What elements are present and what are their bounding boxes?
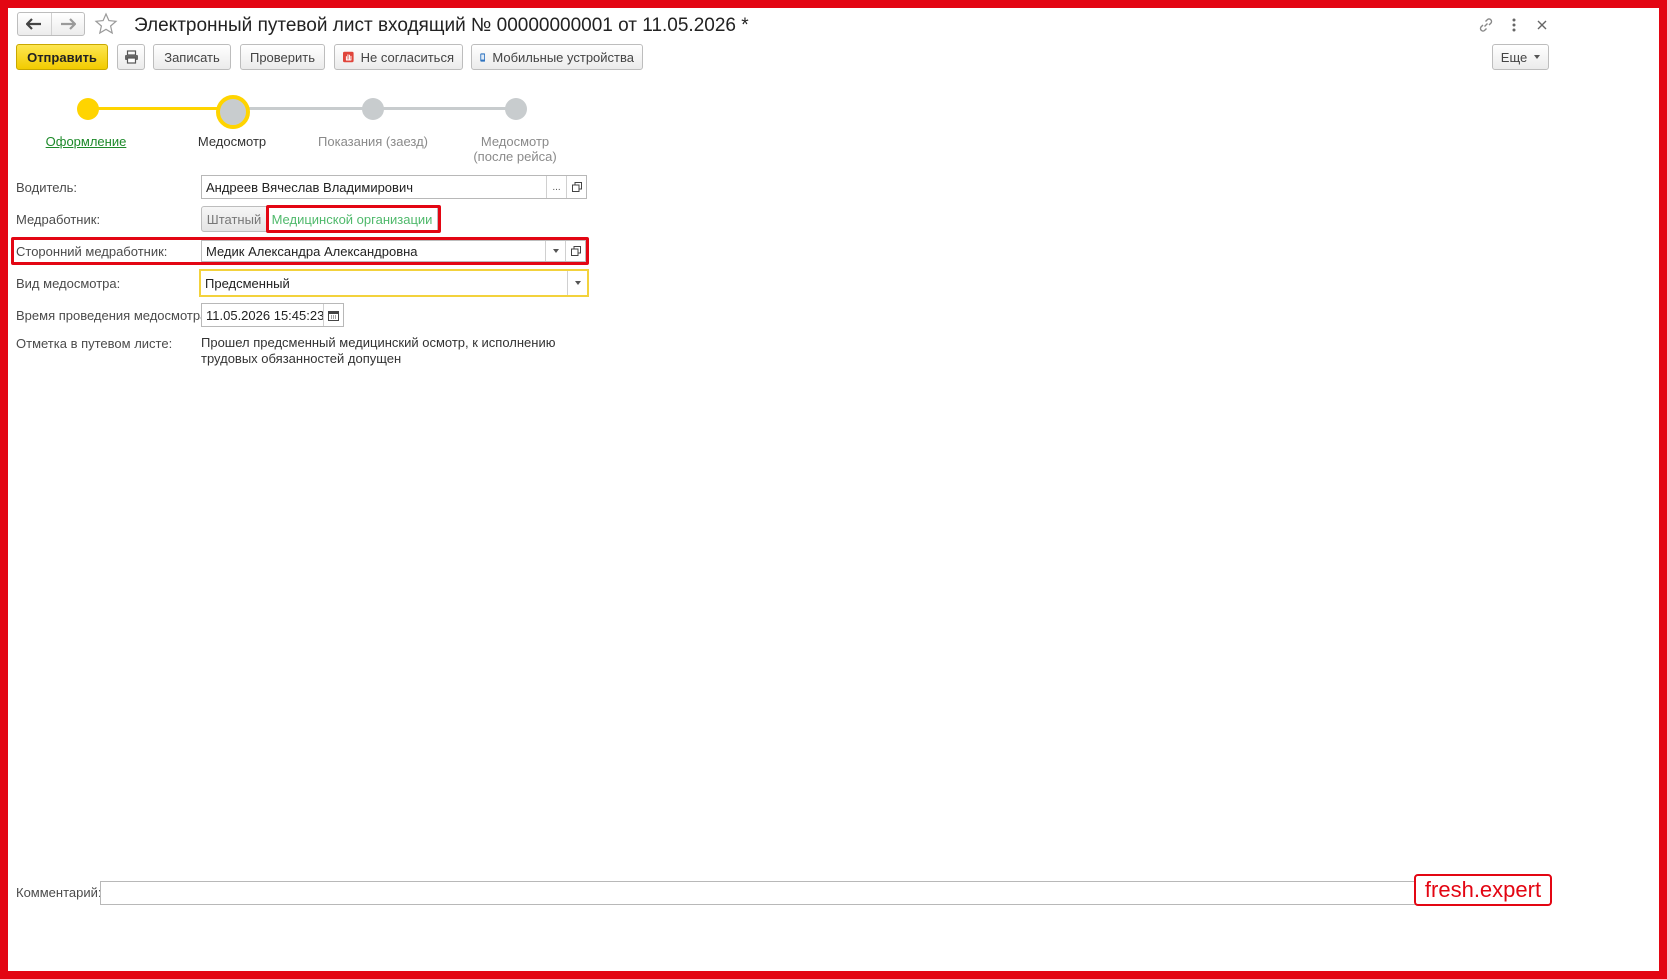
- watermark-logo: fresh.expert: [1414, 874, 1552, 906]
- stop-hand-icon: [343, 51, 354, 63]
- navigation-group: [17, 12, 85, 36]
- arrow-right-icon: [60, 18, 76, 30]
- driver-label: Водитель:: [16, 180, 78, 195]
- calendar-icon[interactable]: [323, 304, 343, 326]
- step-dot-readings[interactable]: [362, 98, 384, 120]
- step-label-readings[interactable]: Показания (заезд): [298, 134, 448, 149]
- step-dot-medical-exam[interactable]: [216, 95, 250, 129]
- comment-label: Комментарий:: [16, 885, 102, 900]
- step-dot-registration[interactable]: [77, 98, 99, 120]
- arrow-left-icon: [26, 18, 42, 30]
- highlight-box-medworker-option: [266, 205, 441, 233]
- external-medworker-label: Сторонний медработник:: [16, 244, 168, 259]
- chevron-down-icon: [552, 249, 559, 253]
- exam-type-label: Вид медосмотра:: [16, 276, 121, 291]
- exam-type-value: Предсменный: [205, 275, 290, 291]
- chevron-down-icon: [574, 281, 581, 285]
- printer-icon: [124, 50, 138, 64]
- external-medworker-value: Медик Александра Александровна: [206, 243, 418, 259]
- note-text: Прошел предсменный медицинский осмотр, к…: [201, 335, 556, 366]
- step-dot-post-trip-exam[interactable]: [505, 98, 527, 120]
- more-label: Еще: [1500, 49, 1528, 65]
- link-icon[interactable]: [1477, 16, 1495, 34]
- favorite-star-icon[interactable]: [94, 12, 118, 36]
- forward-button[interactable]: [50, 13, 85, 35]
- exam-time-value: 11.05.2026 15:45:23: [206, 307, 323, 323]
- mobile-phone-icon: [480, 52, 486, 62]
- print-button[interactable]: [117, 44, 145, 70]
- dropdown-button[interactable]: [567, 271, 587, 295]
- driver-value: Андреев Вячеслав Владимирович: [206, 179, 413, 195]
- step-label-post-trip-exam[interactable]: Медосмотр (после рейса): [440, 134, 590, 164]
- back-button[interactable]: [18, 13, 51, 35]
- driver-field[interactable]: Андреев Вячеслав Владимирович ...: [201, 175, 587, 199]
- document-window: Электронный путевой лист входящий № 0000…: [8, 8, 1659, 971]
- mobile-devices-label: Мобильные устройства: [492, 49, 634, 65]
- dropdown-button[interactable]: [545, 241, 565, 261]
- step-label-medical-exam: Медосмотр: [197, 134, 267, 149]
- exam-time-field[interactable]: 11.05.2026 15:45:23: [201, 303, 344, 327]
- step-connector-done: [89, 107, 231, 110]
- select-dots-button[interactable]: ...: [546, 176, 566, 198]
- open-item-icon[interactable]: [566, 176, 586, 198]
- page-title: Электронный путевой лист входящий № 0000…: [134, 15, 749, 36]
- comment-field[interactable]: [100, 881, 1520, 905]
- send-button[interactable]: Отправить: [16, 44, 108, 70]
- mobile-devices-button[interactable]: Мобильные устройства: [471, 44, 643, 70]
- disagree-label: Не согласиться: [360, 49, 454, 65]
- more-menu-button[interactable]: Еще: [1492, 44, 1549, 70]
- chevron-down-icon: [1534, 55, 1541, 59]
- close-icon[interactable]: [1533, 16, 1551, 34]
- check-button[interactable]: Проверить: [240, 44, 325, 70]
- save-button[interactable]: Записать: [153, 44, 231, 70]
- exam-time-label: Время проведения медосмотра:: [16, 308, 211, 323]
- exam-type-field[interactable]: Предсменный: [199, 269, 589, 297]
- note-label: Отметка в путевом листе:: [16, 336, 173, 351]
- medworker-option-staff[interactable]: Штатный: [201, 206, 267, 232]
- open-item-icon[interactable]: [565, 241, 585, 261]
- medworker-label: Медработник:: [16, 212, 101, 227]
- more-vertical-icon[interactable]: [1505, 16, 1523, 34]
- step-label-registration[interactable]: Оформление: [11, 134, 161, 149]
- disagree-button[interactable]: Не согласиться: [334, 44, 463, 70]
- external-medworker-field[interactable]: Медик Александра Александровна: [201, 240, 586, 262]
